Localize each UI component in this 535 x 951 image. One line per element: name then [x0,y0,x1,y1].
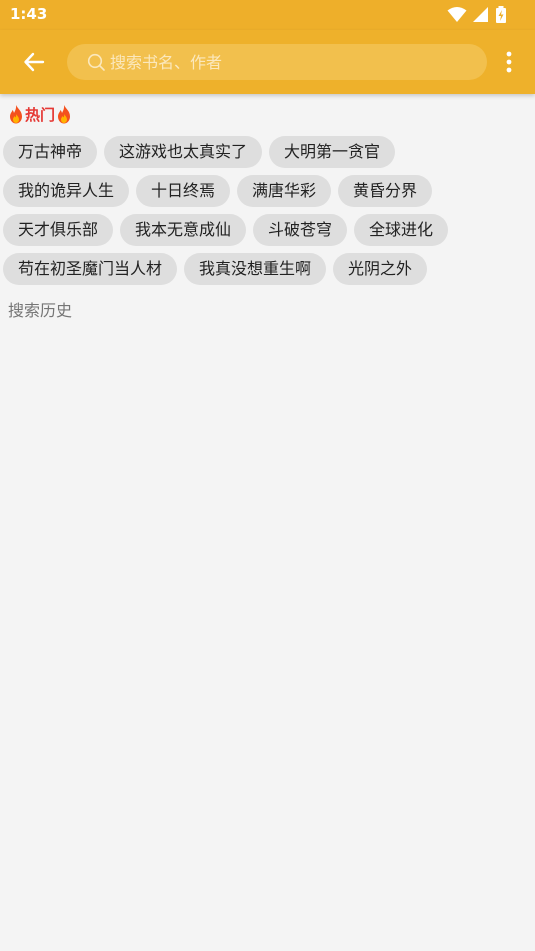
tag-row: 我的诡异人生 十日终焉 满唐华彩 黄昏分界 [3,175,533,207]
hot-tag[interactable]: 苟在初圣魔门当人材 [3,253,178,285]
hot-tag[interactable]: 这游戏也太真实了 [104,136,263,168]
hot-tags: 万古神帝 这游戏也太真实了 大明第一贪官 我的诡异人生 十日终焉 满唐华彩 黄昏… [3,136,533,292]
fire-icon [58,105,71,124]
status-icons [447,6,507,24]
hot-tag[interactable]: 十日终焉 [136,175,231,207]
hot-tag[interactable]: 黄昏分界 [338,175,433,207]
app-root: 1:43 搜索书名、作者 热门 万古神帝 这游戏也太真实了 大明第一贪官 我的诡… [0,0,535,951]
hot-tag[interactable]: 我本无意成仙 [120,214,247,246]
wifi-icon [447,7,467,22]
search-box[interactable] [67,44,487,80]
hot-tag[interactable]: 大明第一贪官 [269,136,396,168]
hot-tag[interactable]: 光阴之外 [333,253,428,285]
app-bar [0,30,535,94]
fire-icon [10,105,22,124]
cell-signal-icon [472,7,488,22]
tag-row: 苟在初圣魔门当人材 我真没想重生啊 光阴之外 [3,253,533,285]
search-icon [87,53,105,71]
hot-title: 热门 [25,105,56,124]
search-history-title: 搜索历史 [8,301,73,320]
hot-tag[interactable]: 满唐华彩 [237,175,332,207]
battery-charging-icon [496,6,506,23]
more-options-button[interactable] [497,46,521,78]
status-time: 1:43 [10,5,48,23]
search-input[interactable] [110,44,470,80]
tag-row: 天才俱乐部 我本无意成仙 斗破苍穹 全球进化 [3,214,533,246]
hot-tag[interactable]: 我的诡异人生 [3,175,130,207]
hot-tag[interactable]: 全球进化 [354,214,449,246]
hot-tag[interactable]: 天才俱乐部 [3,214,114,246]
hot-tag[interactable]: 我真没想重生啊 [184,253,327,285]
hot-tag[interactable]: 斗破苍穹 [253,214,348,246]
hot-tag[interactable]: 万古神帝 [3,136,98,168]
back-button[interactable] [14,42,54,82]
more-vert-icon [506,51,512,73]
hot-header: 热门 [8,103,72,125]
arrow-left-icon [24,52,45,72]
tag-row: 万古神帝 这游戏也太真实了 大明第一贪官 [3,136,533,168]
status-bar: 1:43 [0,0,535,30]
